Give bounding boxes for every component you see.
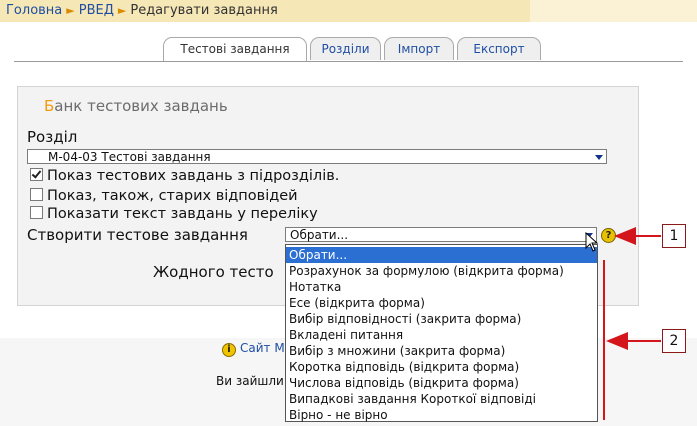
mouse-cursor-icon <box>585 232 599 252</box>
annotation-layer <box>603 227 661 420</box>
callout-2-arrowhead <box>606 332 628 350</box>
callout-1-box: 1 <box>662 224 686 248</box>
callout-1-arrowhead <box>614 227 636 245</box>
callout-2-box: 2 <box>662 329 686 353</box>
